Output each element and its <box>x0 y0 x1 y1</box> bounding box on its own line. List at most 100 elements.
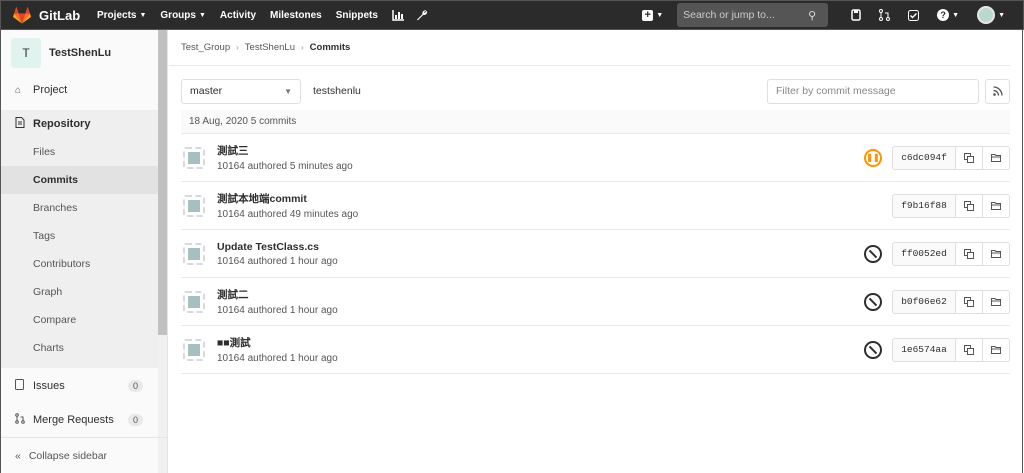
chevron-right-icon: › <box>236 43 239 52</box>
sidebar-subitem-contributors[interactable]: Contributors <box>1 250 167 278</box>
nav-activity[interactable]: Activity <box>220 10 256 21</box>
copy-icon <box>964 296 974 307</box>
copy-sha-button[interactable] <box>956 241 983 266</box>
collapse-sidebar-button[interactable]: « Collapse sidebar <box>1 437 168 473</box>
copy-sha-button[interactable] <box>956 337 983 362</box>
commit-title[interactable]: 測試三 <box>217 143 353 158</box>
wrench-icon[interactable] <box>416 9 428 21</box>
author-avatar[interactable] <box>183 338 205 361</box>
nav-projects-label: Projects <box>97 9 137 21</box>
pipeline-skipped-icon[interactable] <box>864 244 882 263</box>
user-avatar <box>977 6 996 24</box>
commit-filter-input[interactable] <box>767 78 979 104</box>
sidebar-scrollbar[interactable] <box>158 30 167 335</box>
merge-request-icon[interactable] <box>879 9 891 21</box>
commit-sha-button[interactable]: f9b16f88 <box>892 193 956 218</box>
sidebar-subitem-branches[interactable]: Branches <box>1 194 167 222</box>
commit-info: Update TestClass.cs 10164 authored 1 hou… <box>217 241 338 267</box>
pipeline-paused-icon[interactable]: ❚❚ <box>864 148 882 167</box>
sidebar-subitem-files[interactable]: Files <box>1 138 167 166</box>
commit-sha-button[interactable]: ff0052ed <box>892 241 956 266</box>
breadcrumb-group[interactable]: Test_Group <box>181 42 230 53</box>
sidebar-item-repository[interactable]: Repository <box>1 110 167 138</box>
double-chevron-left-icon: « <box>15 449 21 462</box>
copy-sha-button[interactable] <box>956 145 983 170</box>
nav-groups[interactable]: Groups ▼ <box>160 10 206 21</box>
project-sidebar: T TestShenLu ⌂ Project Repository Files … <box>0 30 168 473</box>
breadcrumb-current[interactable]: Commits <box>310 42 351 53</box>
commit-sha-button[interactable]: b0f06e62 <box>892 289 956 314</box>
commit-info: ■■測試 10164 authored 1 hour ago <box>217 335 338 364</box>
gitlab-logo[interactable]: GitLab <box>13 6 93 24</box>
copy-sha-button[interactable] <box>956 193 983 218</box>
sidebar-subitem-commits[interactable]: Commits <box>1 166 167 194</box>
author-avatar[interactable] <box>183 194 205 217</box>
branch-select[interactable]: master ▼ <box>181 78 301 104</box>
nav-groups-label: Groups <box>160 9 196 21</box>
copy-icon <box>964 152 974 163</box>
sidebar-subitem-charts[interactable]: Charts <box>1 334 167 362</box>
sidebar-item-label: Issues <box>33 380 65 392</box>
pipeline-skipped-icon[interactable] <box>864 340 882 359</box>
copy-icon <box>964 200 974 211</box>
pipeline-skipped-icon[interactable] <box>864 292 882 311</box>
top-navbar: GitLab Projects ▼ Groups ▼ Activity Milest… <box>0 0 1024 30</box>
navbar-right: +▼ ⚲ ?▼ ▼ <box>642 1 1023 29</box>
todo-icon[interactable] <box>908 9 920 21</box>
main-content: Test_Group › TestShenLu › Commits master… <box>169 30 1023 473</box>
commit-title[interactable]: ■■測試 <box>217 335 338 350</box>
sidebar-subitem-compare[interactable]: Compare <box>1 306 167 334</box>
author-avatar[interactable] <box>183 290 205 313</box>
chevron-down-icon: ▼ <box>198 11 206 19</box>
commit-list: 測試三 10164 authored 5 minutes ago ❚❚ c6dc… <box>169 134 1022 374</box>
sidebar-item-merge-requests[interactable]: Merge Requests 0 <box>1 406 167 434</box>
commit-sha-button[interactable]: 1e6574aa <box>892 337 956 362</box>
repository-path[interactable]: testshenlu <box>313 85 361 97</box>
folder-open-icon <box>991 297 1001 306</box>
main-nav: Projects ▼ Groups ▼ Activity Milestones Sn… <box>97 9 440 21</box>
chart-icon[interactable] <box>392 9 404 21</box>
sidebar-item-project[interactable]: ⌂ Project <box>1 76 167 104</box>
commit-title[interactable]: 測試二 <box>217 287 338 302</box>
breadcrumb: Test_Group › TestShenLu › Commits <box>169 30 1010 66</box>
browse-files-button[interactable] <box>983 145 1010 170</box>
chevron-down-icon: ▼ <box>139 11 147 19</box>
commit-title[interactable]: 測試本地端commit <box>217 191 358 206</box>
commit-sha-button[interactable]: c6dc094f <box>892 145 956 170</box>
folder-open-icon <box>991 249 1001 258</box>
search-icon: ⚲ <box>808 9 817 22</box>
document-icon <box>15 117 27 131</box>
sidebar-item-issues[interactable]: Issues 0 <box>1 372 167 400</box>
folder-open-icon <box>991 345 1001 354</box>
search-input[interactable] <box>683 9 809 21</box>
commits-day-header: 18 Aug, 2020 5 commits <box>181 110 1010 134</box>
rss-button[interactable] <box>985 78 1010 104</box>
sidebar-subitem-graph[interactable]: Graph <box>1 278 167 306</box>
search-box[interactable]: ⚲ <box>677 3 829 27</box>
chevron-down-icon: ▼ <box>284 86 292 96</box>
new-item-button[interactable]: + ▼ <box>642 9 663 21</box>
browse-files-button[interactable] <box>983 337 1010 362</box>
issues-icon[interactable] <box>851 9 861 21</box>
repository-group: Repository Files Commits Branches Tags C… <box>1 110 167 368</box>
browse-files-button[interactable] <box>983 289 1010 314</box>
user-menu[interactable]: ▼ <box>977 6 1005 24</box>
breadcrumb-project[interactable]: TestShenLu <box>245 42 295 53</box>
author-avatar[interactable] <box>183 242 205 265</box>
browse-files-button[interactable] <box>983 241 1010 266</box>
copy-sha-button[interactable] <box>956 289 983 314</box>
nav-milestones[interactable]: Milestones <box>270 10 322 21</box>
help-dropdown[interactable]: ? ▼ <box>937 9 959 21</box>
author-avatar[interactable] <box>183 146 205 169</box>
merge-requests-count-badge: 0 <box>127 414 143 426</box>
project-header[interactable]: T TestShenLu <box>1 30 167 76</box>
sidebar-subitem-tags[interactable]: Tags <box>1 222 167 250</box>
nav-activity-label: Activity <box>219 9 257 21</box>
browse-files-button[interactable] <box>983 193 1010 218</box>
commit-sha-group: f9b16f88 <box>892 193 1010 218</box>
commit-title[interactable]: Update TestClass.cs <box>217 241 338 253</box>
nav-projects[interactable]: Projects ▼ <box>97 10 146 21</box>
copy-icon <box>964 248 974 259</box>
nav-snippets[interactable]: Snippets <box>336 10 378 21</box>
skipped-slash <box>868 249 878 258</box>
